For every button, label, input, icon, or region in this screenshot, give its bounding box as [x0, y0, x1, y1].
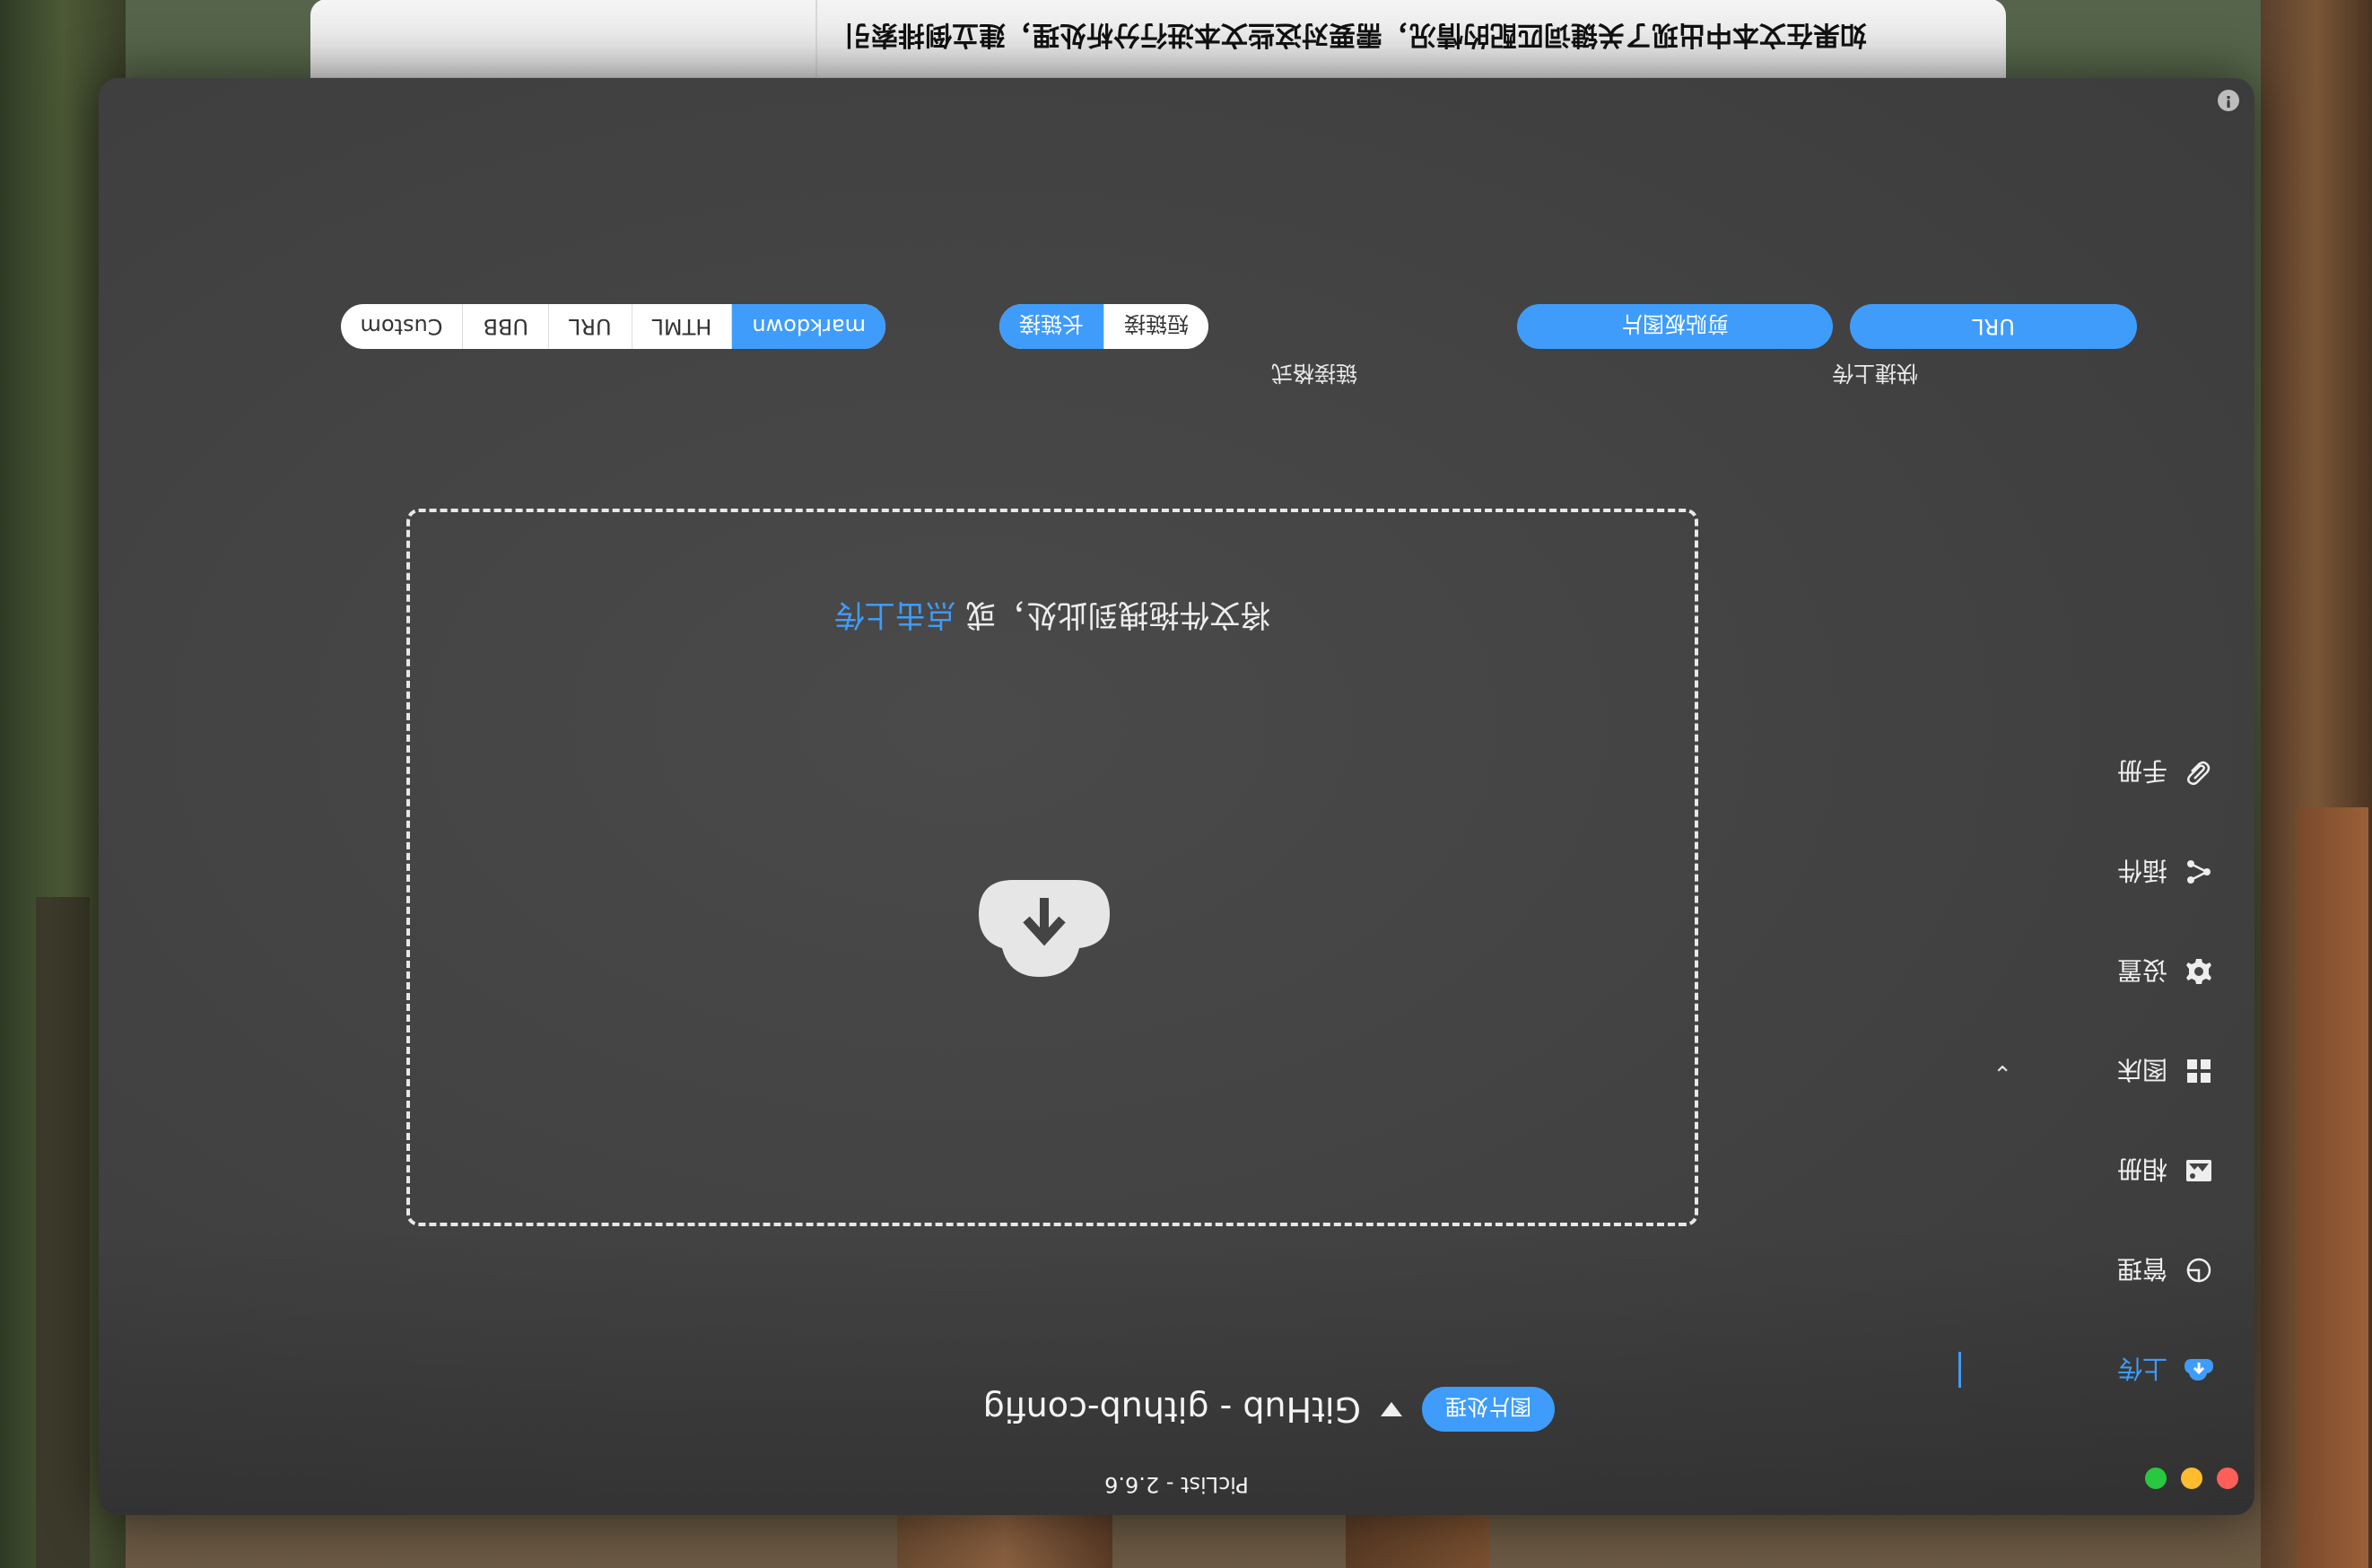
long-link-option[interactable]: 长链接	[999, 304, 1103, 349]
click-upload-link[interactable]: 点击上传	[834, 597, 956, 632]
active-indicator	[1958, 1352, 1961, 1388]
sidebar-item-label: 设置	[2116, 955, 2167, 985]
sidebar-item-manage[interactable]: 管理	[2117, 1245, 2214, 1295]
image-process-button[interactable]: 图片处理	[1422, 1387, 1555, 1432]
sidebar-item-picbeds[interactable]: 图床	[2117, 1046, 2214, 1096]
editor-window: 如果在文本中出现了关键词匹配的情况，需要对这些文本进行分析处理，建立倒排索引	[310, 0, 2006, 78]
rotated-screen: 如果在文本中出现了关键词匹配的情况，需要对这些文本进行分析处理，建立倒排索引 P…	[0, 0, 2372, 1568]
chevron-down-icon[interactable]: ⌄	[1993, 1059, 2012, 1086]
share-icon	[2184, 857, 2214, 887]
sidebar-item-label: 管理	[2116, 1254, 2167, 1284]
url-upload-button[interactable]: URL	[1850, 304, 2137, 349]
caret-down-icon[interactable]	[1381, 1402, 1402, 1416]
picture-icon	[2184, 1155, 2214, 1186]
sidebar-item-label: 插件	[2116, 856, 2167, 885]
format-option-custom[interactable]: Custom	[341, 304, 463, 349]
editor-text: 如果在文本中出现了关键词匹配的情况，需要对这些文本进行分析处理，建立倒排索引	[844, 19, 1867, 50]
sidebar-item-manual[interactable]: 手册	[2117, 747, 2214, 797]
upload-dropzone[interactable]: 将文件拖拽到此处，或 点击上传	[406, 509, 1698, 1226]
sidebar-item-label: 相册	[2116, 1154, 2167, 1184]
grid-icon	[2184, 1056, 2214, 1086]
app-window: PicList - 2.6.6 ! 上传 管理 相册 图床 ⌄ 设置 插件 手册…	[99, 78, 2254, 1515]
quick-upload-label: 快捷上传	[1832, 361, 1918, 386]
upload-cloud-icon	[2184, 1355, 2214, 1385]
link-format-label: 链接格式	[1271, 361, 1357, 386]
format-option-html[interactable]: HTML	[631, 304, 732, 349]
dropzone-hint: 将文件拖拽到此处，或	[965, 597, 1271, 632]
sidebar-item-label: 图床	[2116, 1055, 2167, 1085]
gear-icon	[2184, 956, 2214, 987]
format-option-ubb[interactable]: UBB	[462, 304, 548, 349]
window-title: PicList - 2.6.6	[1104, 1472, 1249, 1497]
paperclip-icon	[2184, 757, 2214, 788]
sidebar-item-gallery[interactable]: 相册	[2117, 1146, 2214, 1196]
link-length-toggle: 短链接 长链接	[999, 304, 1208, 349]
sidebar-item-label: 上传	[2116, 1354, 2167, 1383]
clipboard-upload-button[interactable]: 剪贴板图片	[1517, 304, 1833, 349]
picbed-name[interactable]: GitHub - github-config	[983, 1389, 1361, 1429]
upload-cloud-icon	[979, 880, 1110, 977]
picbed-selector: 图片处理 GitHub - github-config	[983, 1382, 1555, 1436]
link-format-selector: markdown HTML URL UBB Custom	[340, 304, 885, 349]
sidebar-item-settings[interactable]: 设置	[2117, 946, 2214, 997]
sidebar-item-plugins[interactable]: 插件	[2117, 847, 2214, 897]
sidebar-item-upload[interactable]: 上传	[2117, 1345, 2214, 1395]
short-link-option[interactable]: 短链接	[1103, 304, 1208, 349]
format-option-markdown[interactable]: markdown	[731, 304, 885, 349]
dropzone-text: 将文件拖拽到此处，或 点击上传	[410, 596, 1695, 640]
pie-chart-icon	[2184, 1255, 2214, 1285]
format-option-url[interactable]: URL	[547, 304, 632, 349]
sidebar-item-label: 手册	[2116, 756, 2167, 786]
info-icon[interactable]: !	[2218, 90, 2239, 111]
